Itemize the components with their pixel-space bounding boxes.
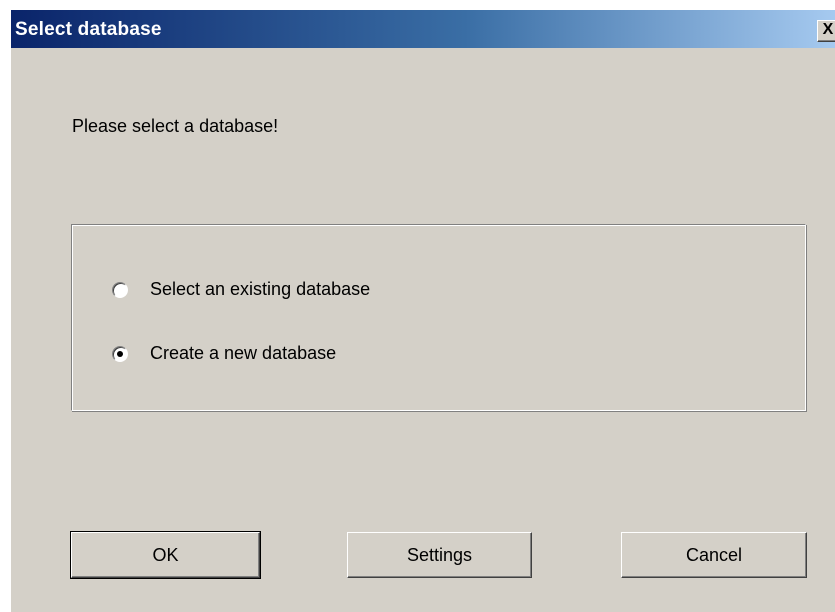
- radio-new-label[interactable]: Create a new database: [150, 343, 336, 364]
- title-bar: Select database X: [11, 10, 835, 48]
- radio-selected-dot: [117, 350, 123, 357]
- close-button[interactable]: X: [817, 20, 835, 42]
- select-database-dialog: Select database X Please select a databa…: [10, 9, 835, 612]
- cancel-button[interactable]: Cancel: [621, 532, 807, 578]
- window-title: Select database: [15, 19, 162, 40]
- database-options-group: Select an existing database Create a new…: [71, 224, 806, 411]
- instruction-text: Please select a database!: [72, 116, 279, 136]
- close-icon: X: [822, 21, 834, 38]
- settings-button[interactable]: Settings: [347, 532, 532, 578]
- radio-select-existing[interactable]: Select an existing database: [112, 279, 370, 300]
- radio-new-indicator[interactable]: [112, 345, 128, 362]
- ok-button[interactable]: OK: [70, 531, 261, 579]
- radio-existing-label[interactable]: Select an existing database: [150, 279, 370, 300]
- radio-create-new[interactable]: Create a new database: [112, 343, 336, 364]
- radio-existing-indicator[interactable]: [112, 281, 128, 298]
